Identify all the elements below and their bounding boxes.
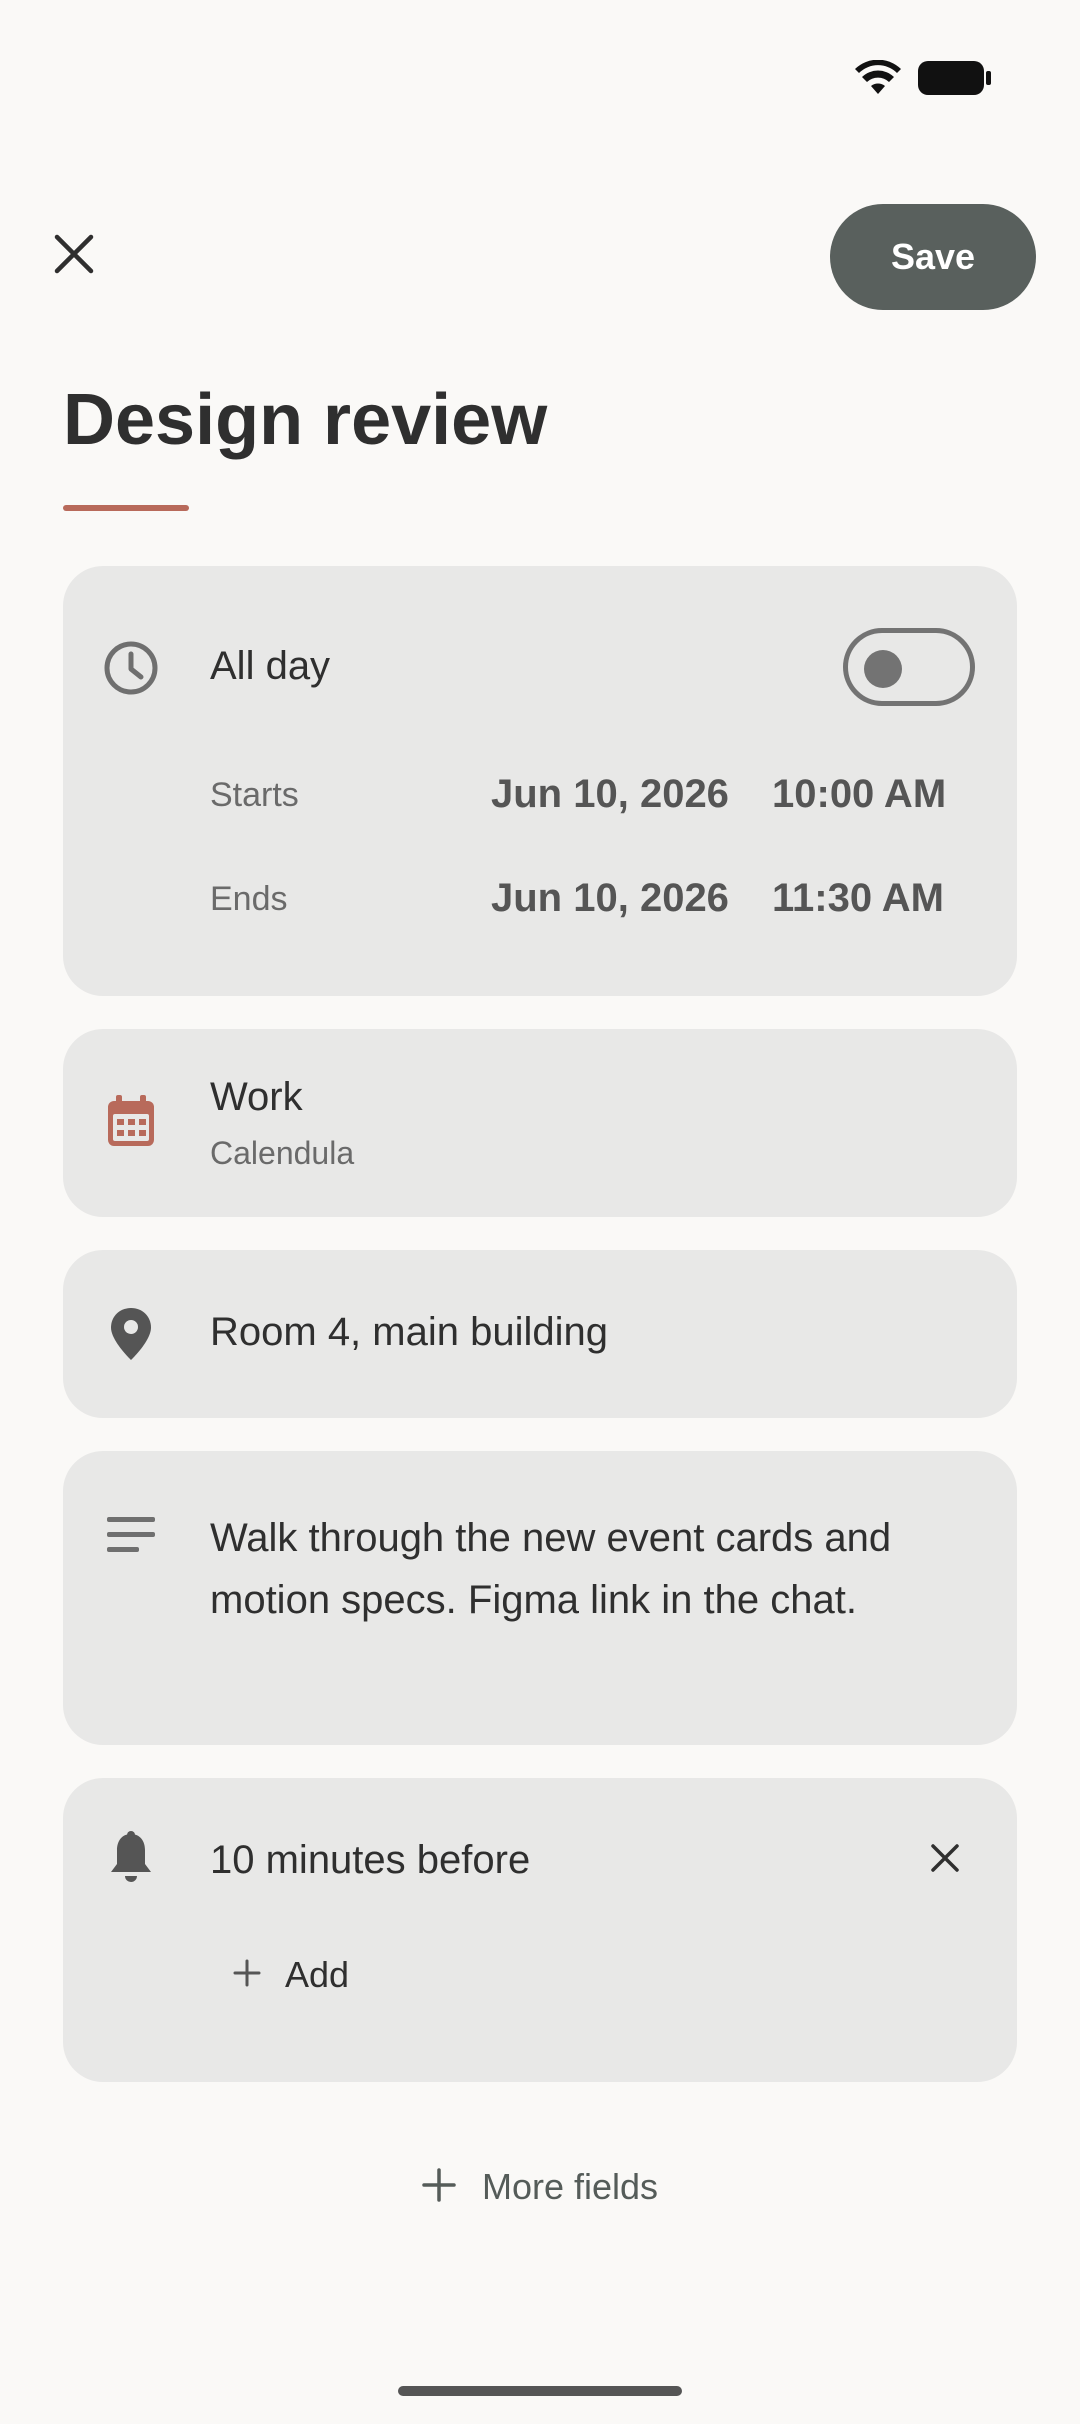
location-pin-icon [103, 1306, 159, 1362]
all-day-toggle[interactable] [843, 628, 975, 706]
calendar-account: Calendula [210, 1135, 355, 1171]
end-time[interactable]: 11:30 AM [772, 876, 944, 921]
event-title[interactable]: Design review [63, 374, 547, 466]
battery-icon [918, 60, 992, 96]
toggle-knob [864, 650, 902, 688]
description-text: Walk through the new event cards and mot… [210, 1516, 892, 1622]
reminder-text[interactable]: 10 minutes before [210, 1838, 530, 1883]
all-day-label: All day [210, 644, 331, 688]
start-time[interactable]: 10:00 AM [772, 772, 946, 817]
status-bar [854, 60, 992, 96]
wifi-icon [854, 60, 902, 96]
more-fields-label: More fields [481, 2166, 659, 2207]
save-button[interactable]: Save [830, 204, 1036, 310]
close-icon [930, 1843, 960, 1878]
location-text: Room 4, main building [210, 1310, 608, 1354]
time-card: All day Starts Jun 10, 2026 10:00 AM End… [63, 566, 1017, 996]
start-date[interactable]: Jun 10, 2026 [491, 772, 729, 817]
bell-icon [103, 1830, 159, 1886]
reminder-card: 10 minutes before Add [63, 1778, 1017, 2082]
calendar-card[interactable]: Work Calendula [63, 1029, 1017, 1217]
end-date[interactable]: Jun 10, 2026 [491, 876, 729, 921]
plus-icon [233, 1959, 261, 1992]
close-button[interactable] [40, 222, 108, 290]
ends-label: Ends [210, 880, 288, 918]
starts-label: Starts [210, 776, 299, 814]
clock-icon [103, 640, 159, 696]
description-card[interactable]: Walk through the new event cards and mot… [63, 1451, 1017, 1745]
event-edit-screen: Save Design review All day Starts Jun 10… [0, 0, 1080, 2424]
notes-icon [103, 1507, 159, 1563]
add-reminder-label: Add [285, 1954, 350, 1995]
add-reminder-button[interactable]: Add [233, 1954, 349, 1996]
remove-reminder-button[interactable] [915, 1830, 975, 1890]
plus-icon [422, 2167, 456, 2207]
calendar-name: Work [210, 1075, 303, 1119]
calendar-icon [103, 1093, 159, 1149]
close-icon [54, 234, 94, 279]
home-indicator[interactable] [398, 2386, 682, 2396]
location-card[interactable]: Room 4, main building [63, 1250, 1017, 1418]
more-fields-button[interactable]: More fields [0, 2166, 1080, 2208]
title-underline [63, 505, 189, 511]
